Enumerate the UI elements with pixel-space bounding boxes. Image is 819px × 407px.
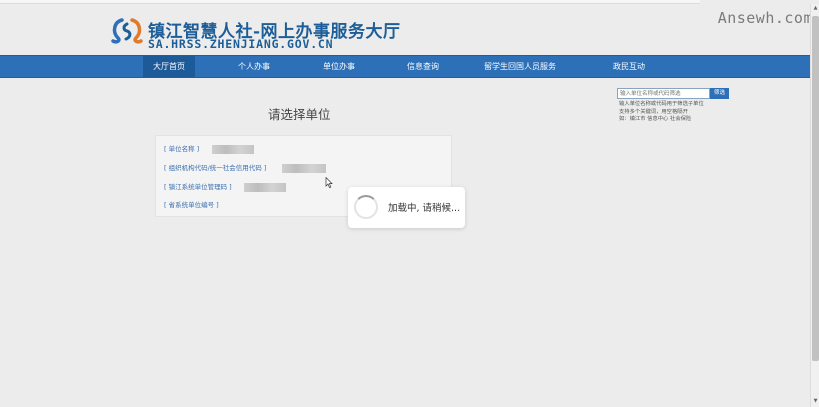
filter-help: 输入单位名称或代码用于筛选子单位 支持多个关键词，用空格隔开 如：镇江市 信息中… [619,101,729,124]
site-header: 镇江智慧人社-网上办事服务大厅 SA.HRSS.ZHENJIANG.GOV.CN [0,4,810,54]
unit-name-field[interactable]: [ 单位名称 ] [164,144,254,154]
province-code-field[interactable]: [ 省系统单位编号 ] [164,200,219,210]
redacted-value [212,145,254,154]
unit-filter-input[interactable] [617,88,710,99]
vertical-scrollbar[interactable]: ▲ ▼ [810,4,819,407]
filter-help-line: 输入单位名称或代码用于筛选子单位 [619,101,704,107]
zhenjiang-code-field[interactable]: [ 镇江系统单位管理码 ] [164,182,286,192]
loading-spinner-icon [354,195,378,219]
zhenjiang-code-label[interactable]: [ 镇江系统单位管理码 ] [164,183,232,191]
main-nav: 大厅首页 个人办事 单位办事 信息查询 留学生回国人员服务 政民互动 [0,55,810,78]
loading-dialog: 加载中, 请稍候... [348,187,465,228]
mouse-pointer-icon [325,177,333,188]
nav-item-query[interactable]: 信息查询 [394,56,452,77]
nav-item-interaction[interactable]: 政民互动 [600,56,658,77]
redacted-value [244,183,286,192]
redacted-value [282,164,326,173]
filter-button[interactable]: 筛选 [710,88,729,99]
scrollbar-thumb[interactable] [812,16,819,361]
loading-text: 加载中, 请稍候... [388,203,461,214]
site-logo-icon[interactable] [110,16,144,46]
filter-help-line: 如：镇江市 信息中心 社会保险 [619,116,692,122]
province-code-label[interactable]: [ 省系统单位编号 ] [164,201,219,209]
nav-item-unit[interactable]: 单位办事 [310,56,368,77]
scroll-up-arrow-icon[interactable]: ▲ [812,5,819,12]
unit-name-label[interactable]: [ 单位名称 ] [164,145,199,153]
org-code-field[interactable]: [ 组织机构代码/统一社会信用代码 ] [164,163,326,173]
nav-item-personal[interactable]: 个人办事 [225,56,283,77]
org-code-label[interactable]: [ 组织机构代码/统一社会信用代码 ] [164,164,266,172]
nav-item-returnees[interactable]: 留学生回国人员服务 [470,56,570,77]
filter-help-line: 支持多个关键词，用空格隔开 [619,108,688,115]
nav-item-home[interactable]: 大厅首页 [143,56,195,77]
scroll-down-arrow-icon[interactable]: ▼ [812,398,819,405]
site-url: SA.HRSS.ZHENJIANG.GOV.CN [148,37,334,51]
page-title: 请选择单位 [268,107,331,122]
